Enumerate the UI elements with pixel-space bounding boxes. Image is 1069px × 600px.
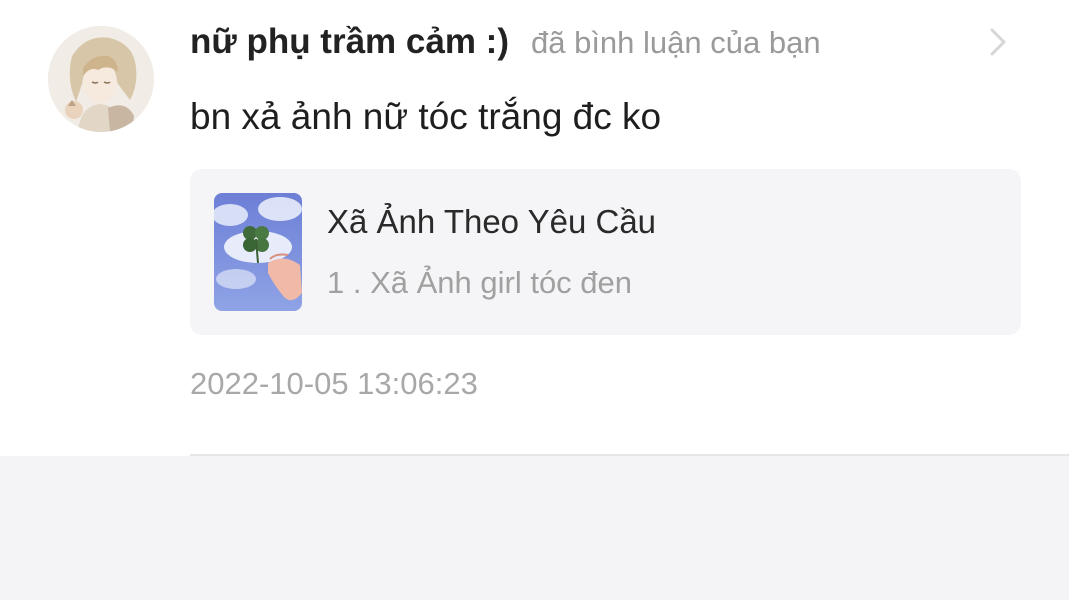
post-thumbnail	[214, 193, 302, 311]
clover-thumbnail-image	[214, 193, 302, 311]
comment-notification[interactable]: nữ phụ trầm cảm :) đã bình luận của bạn …	[0, 0, 1069, 455]
avatar-image	[48, 26, 154, 132]
user-avatar[interactable]	[48, 26, 154, 132]
username[interactable]: nữ phụ trầm cảm :)	[190, 22, 509, 62]
notification-screen: nữ phụ trầm cảm :) đã bình luận của bạn …	[0, 0, 1069, 600]
comment-text: bn xả ảnh nữ tóc trắng đc ko	[190, 96, 662, 137]
post-title: Xã Ảnh Theo Yêu Cầu	[327, 203, 657, 240]
post-card[interactable]: Xã Ảnh Theo Yêu Cầu 1 . Xã Ảnh girl tóc …	[190, 169, 1021, 335]
timestamp: 2022-10-05 13:06:23	[190, 366, 478, 401]
notification-header: nữ phụ trầm cảm :) đã bình luận của bạn	[190, 22, 821, 62]
chevron-right-icon[interactable]	[985, 26, 1011, 58]
empty-list-area	[0, 456, 1069, 600]
action-text: đã bình luận của bạn	[530, 25, 821, 60]
post-subtitle: 1 . Xã Ảnh girl tóc đen	[327, 265, 633, 300]
